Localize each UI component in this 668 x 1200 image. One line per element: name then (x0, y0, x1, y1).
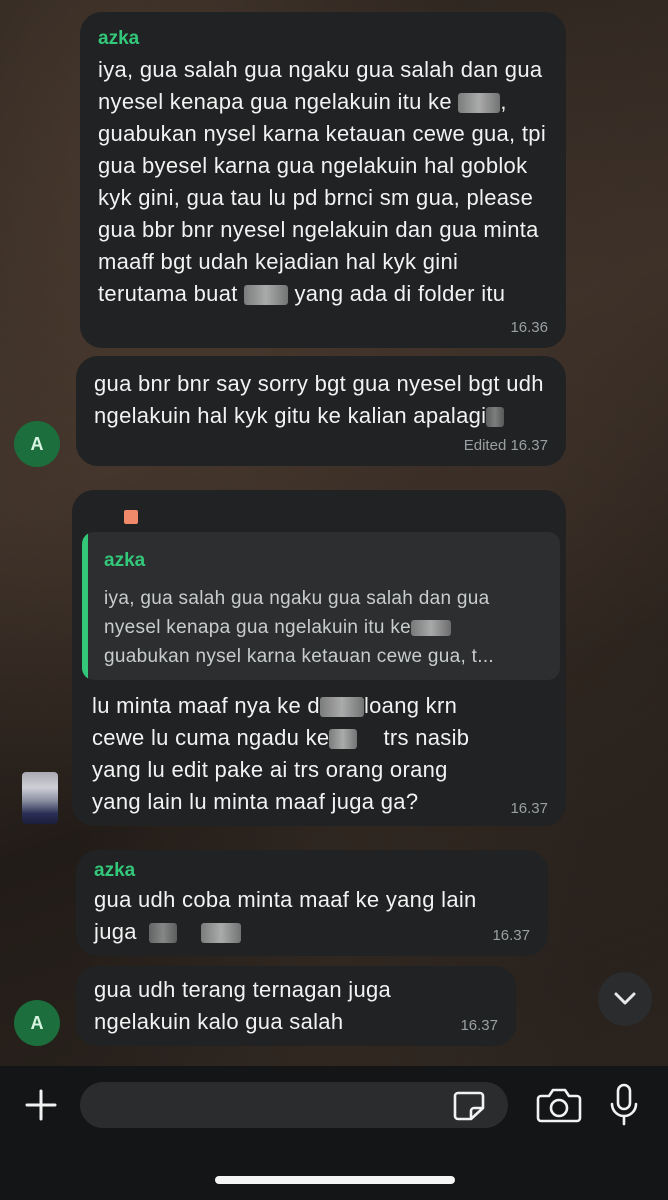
redacted-text (458, 93, 501, 114)
avatar[interactable]: A (14, 1000, 60, 1046)
sticker-icon (453, 1091, 485, 1121)
voice-record-button[interactable] (608, 1082, 640, 1128)
sender-name[interactable]: azka (98, 26, 548, 52)
chevron-down-icon (614, 992, 636, 1005)
redacted-text (200, 923, 241, 944)
camera-button[interactable] (536, 1086, 582, 1124)
redacted-text (148, 923, 177, 944)
attach-button[interactable] (18, 1082, 64, 1128)
message-input[interactable] (80, 1082, 508, 1128)
message-text: lu minta maaf nya ke d loang krn cewe lu … (92, 693, 470, 814)
microphone-icon (610, 1083, 638, 1126)
message-bubble[interactable]: gua udh terang ternagan juga ngelakuin k… (76, 966, 516, 1046)
redacted-text (411, 619, 452, 636)
message-time: 16.36 (510, 319, 548, 336)
message-time: 16.37 (510, 800, 548, 817)
message-bubble[interactable]: gua bnr bnr say sorry bgt gua nyesel bgt… (76, 356, 566, 466)
message-bubble[interactable]: azka gua udh coba minta maaf ke yang lai… (76, 850, 548, 956)
redacted-text (244, 285, 289, 306)
sticker-button[interactable] (452, 1090, 486, 1122)
plus-icon (25, 1089, 57, 1121)
quoted-sender-name: azka (104, 550, 146, 571)
redacted-text (486, 407, 505, 428)
redacted-text (319, 697, 364, 718)
message-time: 16.37 (460, 1017, 498, 1034)
message-time: Edited 16.37 (463, 437, 548, 454)
quote-accent-bar (82, 532, 88, 680)
home-indicator[interactable] (215, 1176, 455, 1184)
redacted-text (329, 729, 358, 750)
quoted-text: iya, gua salah gua ngaku gua salah dan g… (104, 588, 494, 667)
message-bubble[interactable]: azka iya, gua salah gua ngaku gua salah … (80, 12, 566, 348)
camera-icon (536, 1088, 582, 1123)
message-text: gua udh coba minta maaf ke yang lain jug… (94, 887, 477, 944)
message-text: gua udh terang ternagan juga ngelakuin k… (94, 977, 392, 1034)
quoted-message[interactable]: azka iya, gua salah gua ngaku gua salah … (82, 532, 560, 680)
avatar[interactable] (22, 772, 58, 824)
sender-name[interactable]: azka (94, 858, 530, 884)
contact-color-marker (124, 510, 138, 524)
scroll-to-bottom-button[interactable] (598, 972, 652, 1026)
message-text: gua bnr bnr say sorry bgt gua nyesel bgt… (94, 371, 544, 428)
message-time: 16.37 (492, 927, 530, 944)
message-text: iya, gua salah gua ngaku gua salah dan g… (98, 57, 547, 306)
avatar[interactable]: A (14, 421, 60, 467)
